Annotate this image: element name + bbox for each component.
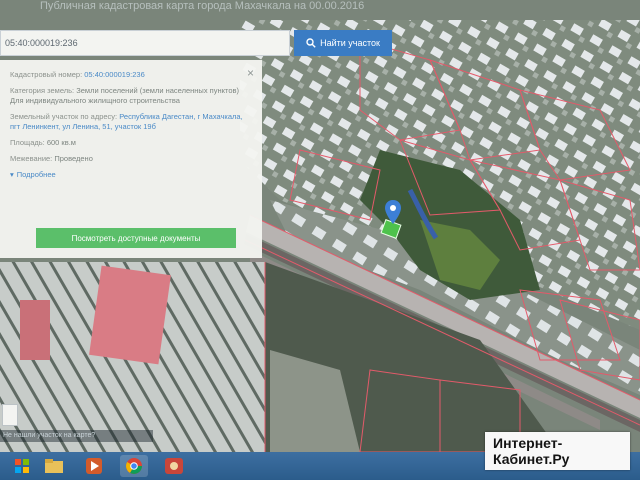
start-button[interactable] (8, 455, 36, 477)
browser-viewport: Публичная кадастровая карта города Махач… (0, 0, 640, 452)
media-player-icon (86, 458, 102, 474)
page-title: Публичная кадастровая карта города Махач… (40, 0, 365, 12)
taskbar-chrome-button[interactable] (120, 455, 148, 477)
app-icon (165, 458, 183, 474)
find-parcel-button[interactable]: Найти участок (294, 30, 392, 56)
search-icon (306, 38, 316, 48)
more-details-toggle[interactable]: ▾ Подробнее (10, 170, 250, 180)
parcel-info-card: × Кадастровый номер: 05:40:000019:236 Ка… (0, 60, 262, 258)
chrome-icon (126, 458, 142, 474)
folder-icon (45, 459, 63, 473)
map-zoom-control[interactable] (2, 404, 18, 426)
permitted-use-value: Для индивидуального жилищного строительс… (10, 96, 180, 105)
cadastral-search-input[interactable] (0, 30, 290, 56)
map-marker-icon[interactable] (385, 200, 401, 224)
survey-label: Межевание: (10, 154, 53, 163)
land-category-row: Категория земель: Земли поселений (земли… (10, 86, 250, 106)
watermark-line-2: Кабинет.Ру (493, 451, 570, 467)
address-row: Земельный участок по адресу: Республика … (10, 112, 250, 132)
land-category-label: Категория земель: (10, 86, 75, 95)
windows-logo-icon (15, 459, 29, 473)
cadastral-number-row: Кадастровый номер: 05:40:000019:236 (10, 70, 250, 80)
watermark-line-1: Интернет- (493, 435, 563, 451)
area-label: Площадь: (10, 138, 45, 147)
chevron-down-icon: ▾ (10, 170, 14, 179)
survey-row: Межевание: Проведено (10, 154, 250, 164)
cadastral-number-label: Кадастровый номер: (10, 70, 83, 79)
taskbar-app-button[interactable] (160, 455, 188, 477)
cadastral-number-link[interactable]: 05:40:000019:236 (84, 70, 144, 79)
close-icon[interactable]: × (247, 66, 254, 80)
view-documents-button[interactable]: Посмотреть доступные документы (36, 228, 236, 248)
taskbar-explorer-button[interactable] (40, 455, 68, 477)
survey-value: Проведено (54, 154, 93, 163)
parcel-not-found-link[interactable]: Не нашли участок на карте? (0, 430, 153, 442)
area-row: Площадь: 600 кв.м (10, 138, 250, 148)
land-category-value: Земли поселений (земли населенных пункто… (76, 86, 239, 95)
area-value: 600 кв.м (46, 138, 76, 147)
find-parcel-label: Найти участок (320, 38, 380, 48)
taskbar-media-button[interactable] (80, 455, 108, 477)
site-watermark: Интернет- Кабинет.Ру (485, 432, 630, 470)
more-details-label: Подробнее (16, 170, 56, 179)
address-label: Земельный участок по адресу: (10, 112, 118, 121)
